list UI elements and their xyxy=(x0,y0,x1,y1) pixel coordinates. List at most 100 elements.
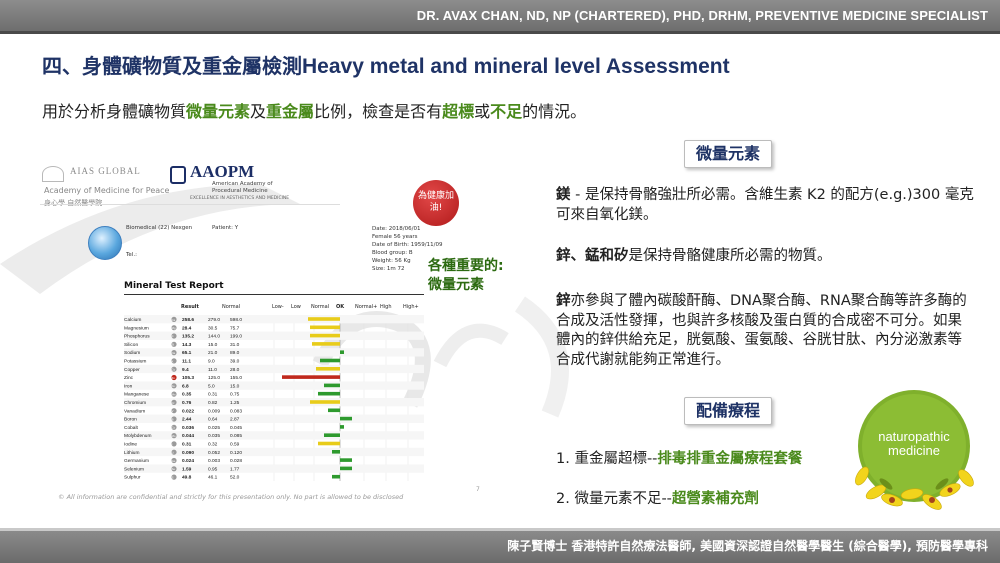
table-cell-name: Cobalt xyxy=(124,425,139,431)
footer-banner: 陳子賢博士 香港特許自然療法醫師, 美國資深認證自然醫學醫生 (綜合醫學), 預… xyxy=(0,528,1000,563)
table-deviation-bar xyxy=(340,458,352,462)
table-cell-result: 65.1 xyxy=(182,350,192,356)
aias-name: AIAS GLOBAL xyxy=(70,166,141,176)
table-cell-normal-low: 279.0 xyxy=(208,317,220,323)
footer-divider xyxy=(0,528,1000,531)
naturopathic-medicine-logo: naturopathic medicine xyxy=(846,388,984,518)
table-cell-name: Lithium xyxy=(124,450,139,456)
table-cell-normal-high: 0.028 xyxy=(230,458,242,464)
table-cell-normal-high: 89.0 xyxy=(230,350,240,356)
header-banner-text: DR. AVAX CHAN, ND, NP (CHARTERED), PHD, … xyxy=(416,8,988,23)
table-cell-normal-low: 15.0 xyxy=(208,342,218,348)
table-cell-name: Copper xyxy=(124,367,140,373)
table-cell-result: 0.036 xyxy=(182,425,194,431)
table-deviation-bar xyxy=(312,342,340,346)
table-cell-normal-high: 31.0 xyxy=(230,342,240,348)
magnesium-lead: 鎂 xyxy=(556,187,571,203)
patient-date: Date: 2018/06/01 xyxy=(372,226,421,232)
table-cell-name: Zinc xyxy=(124,375,134,381)
table-cell-name: Sodium xyxy=(124,350,140,356)
health-badge: 為健康加油! xyxy=(413,180,459,226)
table-deviation-bar xyxy=(324,383,340,388)
table-cell-name: Selenium xyxy=(124,466,144,472)
table-cell-normal-low: 0.95 xyxy=(208,466,218,472)
zinc-text: 亦參與了體內碳酸酐酶、DNA聚合酶、RNA聚合酶等許多酶的合成及活性發揮，也與許… xyxy=(556,293,967,368)
table-cell-symbol: P xyxy=(172,334,174,338)
table-cell-result: 0.024 xyxy=(182,458,194,464)
table-cell-result: 0.31 xyxy=(182,442,192,448)
table-cell-normal-high: 1.77 xyxy=(230,466,240,472)
table-cell-normal-high: 0.083 xyxy=(230,408,242,414)
table-cell-name: Potassium xyxy=(124,359,146,365)
confidential-note: © All information are confidential and s… xyxy=(58,493,404,501)
header-high: High xyxy=(380,304,392,310)
table-row-bg xyxy=(124,398,424,407)
subtitle-keyword: 超標 xyxy=(442,102,475,121)
header-normal-range: Normal xyxy=(222,304,241,310)
table-deviation-bar xyxy=(318,391,340,396)
aaopm-name: AAOPM xyxy=(190,162,255,181)
header-low: Low xyxy=(291,304,301,310)
zinc-manganese-paragraph: 鋅、錳和矽是保持骨骼健康所必需的物質。 xyxy=(556,247,976,267)
page-subtitle: 用於分析身體礦物質微量元素及重金屬比例，檢查是否有超標或不足的情況。 xyxy=(42,98,586,122)
logo-line1: naturopathic xyxy=(878,429,950,444)
table-cell-normal-low: 125.0 xyxy=(208,375,220,381)
table-cell-symbol: Fe xyxy=(172,384,176,388)
table-cell-normal-high: 0.59 xyxy=(230,442,240,448)
table-deviation-bar xyxy=(324,433,340,437)
table-cell-result: 9.4 xyxy=(182,367,189,373)
patient-sex-age: Female 56 years xyxy=(372,234,418,240)
table-row-bg xyxy=(124,464,424,473)
patient-tel: Tel.: xyxy=(126,252,137,258)
table-cell-result: 0.76 xyxy=(182,400,192,406)
table-row-bg xyxy=(124,348,424,357)
zinc-manganese-text: 是保持骨骼健康所必需的物質。 xyxy=(628,248,832,264)
table-row-bg xyxy=(124,447,424,457)
patient-info: Biomedical (22) Nexgen Patient: Y Tel.: … xyxy=(126,225,442,275)
table-cell-symbol: Ca xyxy=(172,318,176,322)
subtitle-keyword: 不足 xyxy=(490,102,523,121)
zinc-lead: 鋅 xyxy=(556,293,571,309)
table-cell-result: 11.1 xyxy=(182,359,191,365)
table-cell-name: Chromium xyxy=(124,400,146,406)
table-cell-normal-low: 0.035 xyxy=(208,433,220,439)
header-result: Result xyxy=(181,304,199,310)
report-page-number: 7 xyxy=(476,486,480,493)
table-cell-result: 0.090 xyxy=(182,450,194,456)
table-cell-result: 0.044 xyxy=(182,433,194,439)
therapy-2-prefix: 2. 微量元素不足-- xyxy=(556,491,672,507)
table-cell-normal-low: 30.5 xyxy=(208,325,218,331)
table-cell-symbol: Ge xyxy=(172,459,176,463)
table-cell-name: Molybdenum xyxy=(124,433,151,439)
header-high-plus: High+ xyxy=(403,304,419,310)
logo-line2: medicine xyxy=(887,443,941,458)
table-cell-result: 14.3 xyxy=(182,342,192,348)
magnesium-text: - 是保持骨骼強壯所必需。含維生素 K2 的配方(e.g.)300 毫克可來自氧… xyxy=(556,187,974,223)
subtitle-keyword: 重金屬 xyxy=(266,102,315,121)
table-cell-name: Manganese xyxy=(124,392,149,398)
table-cell-result: 0.35 xyxy=(182,392,192,398)
zinc-paragraph: 鋅亦參與了體內碳酸酐酶、DNA聚合酶、RNA聚合酶等許多酶的合成及活性發揮，也與… xyxy=(556,292,976,370)
table-row-bg xyxy=(124,364,424,374)
table-cell-name: Germanium xyxy=(124,458,149,464)
table-cell-normal-high: 52.0 xyxy=(230,475,240,481)
table-deviation-bar xyxy=(328,408,340,413)
table-cell-symbol: Na xyxy=(172,351,176,355)
table-cell-normal-low: 5.0 xyxy=(208,383,215,389)
table-cell-symbol: Li xyxy=(172,451,175,455)
table-deviation-bar xyxy=(340,425,344,429)
table-cell-normal-low: 144.0 xyxy=(208,334,220,340)
table-cell-symbol: K xyxy=(172,359,174,363)
table-cell-normal-low: 9.0 xyxy=(208,359,215,365)
subtitle-text: 用於分析身體礦物質 xyxy=(42,102,187,121)
table-row-bg xyxy=(124,431,424,440)
table-cell-normal-low: 46.1 xyxy=(208,475,218,481)
table-cell-symbol: S xyxy=(172,476,174,480)
table-cell-symbol: V xyxy=(172,409,174,413)
table-cell-normal-high: 598.0 xyxy=(230,317,242,323)
table-cell-name: Silicon xyxy=(124,342,138,348)
aaopm-sub1: American Academy of xyxy=(212,181,273,187)
table-deviation-bar xyxy=(320,358,340,363)
page-title: 四、身體礦物質及重金屬檢測Heavy metal and mineral lev… xyxy=(42,50,730,79)
trace-element-annotation: 各種重要的: 微量元素 xyxy=(428,257,504,295)
